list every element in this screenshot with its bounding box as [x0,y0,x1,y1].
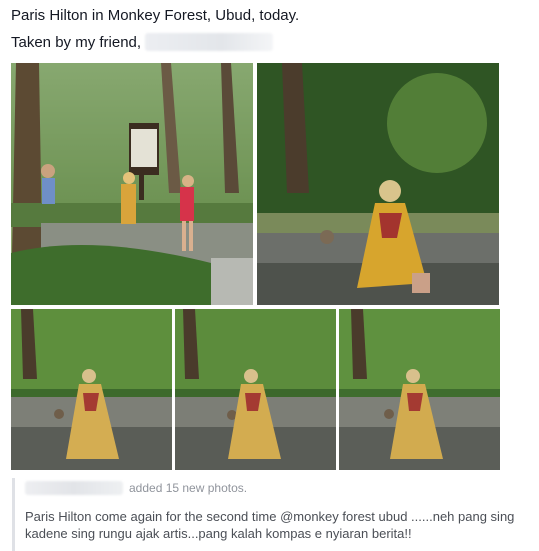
post-caption-line-1: Paris Hilton in Monkey Forest, Ubud, tod… [11,7,300,24]
attribution-text: Paris Hilton come again for the second t… [25,509,515,541]
photo-1[interactable] [11,63,253,305]
photo-2-image [257,63,499,305]
attribution-header: added 15 new photos. [25,480,247,496]
shared-album-attribution: added 15 new photos. Paris Hilton come a… [12,478,529,551]
photo-4[interactable] [175,309,336,470]
attribution-action: added 15 new photos. [129,481,248,495]
photo-5-image [339,309,500,470]
post-caption-line-2: Taken by my friend, [11,33,274,52]
photo-2[interactable] [257,63,499,305]
caption-text: Taken by my friend, [11,34,142,51]
blurred-poster-name[interactable] [25,481,123,495]
photo-4-image [175,309,336,470]
blurred-friend-name [145,33,274,51]
photo-5[interactable] [339,309,500,470]
photo-3[interactable] [11,309,172,470]
photo-3-image [11,309,172,470]
photo-1-image [11,63,253,305]
